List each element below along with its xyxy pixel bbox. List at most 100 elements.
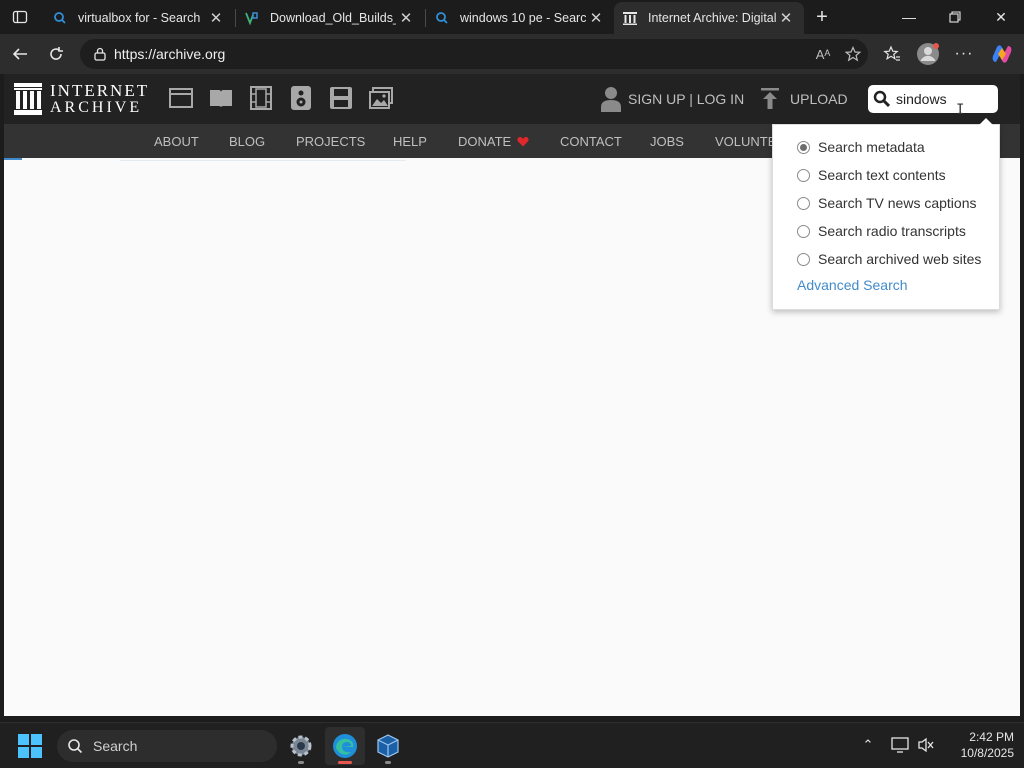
favorite-star-icon[interactable] (838, 40, 868, 68)
option-label: Search radio transcripts (818, 223, 966, 239)
taskbar-search-label: Search (93, 738, 138, 754)
avatar (917, 43, 939, 65)
site-info-icon[interactable] (88, 42, 112, 66)
radio-button[interactable] (797, 252, 810, 266)
video-film-icon[interactable] (248, 85, 274, 111)
radio-button[interactable] (797, 224, 810, 238)
heart-icon (517, 136, 529, 146)
settings-more-button[interactable]: ··· (950, 40, 978, 68)
images-icon[interactable] (368, 85, 394, 111)
upload-arrow-icon (761, 88, 779, 109)
address-bar[interactable]: https://archive.org Aᴬ (80, 39, 868, 69)
option-search-text-contents[interactable]: Search text contents (797, 165, 946, 185)
tab-close-icon[interactable]: ✕ (776, 8, 796, 28)
back-arrow-icon (12, 48, 27, 60)
minimize-button[interactable]: — (886, 0, 932, 34)
dropdown-caret (979, 118, 993, 125)
loading-indicator (4, 158, 22, 160)
tab-windows-10-pe-search[interactable]: windows 10 pe - Search ✕ (426, 2, 614, 34)
close-icon: ✕ (995, 8, 1007, 25)
logo-line-2: ARCHIVE (50, 99, 143, 116)
tab-strip: virtualbox for - Search ✕ Download_Old_B… (0, 0, 1024, 34)
tab-title: windows 10 pe - Search (460, 11, 586, 25)
active-indicator (338, 761, 352, 764)
site-search-box[interactable] (868, 85, 998, 113)
tab-internet-archive[interactable]: Internet Archive: Digital ✕ (614, 2, 804, 34)
archive-building-icon (14, 83, 42, 115)
ia-header: INTERNET ARCHIVE SIGN UP | LOG IN UPLOAD… (4, 74, 1020, 124)
browser-window: virtualbox for - Search ✕ Download_Old_B… (0, 0, 1024, 722)
favorites-button[interactable] (878, 40, 906, 68)
radio-button[interactable] (797, 140, 810, 154)
taskbar-settings-app[interactable] (281, 727, 321, 765)
copilot-button[interactable] (988, 40, 1016, 68)
option-label: Search TV news captions (818, 195, 977, 211)
clock-time: 2:42 PM (969, 730, 1014, 744)
volume-muted-icon[interactable] (914, 733, 938, 757)
donate-label: DONATE (458, 133, 512, 149)
tab-actions-button[interactable] (6, 4, 34, 30)
search-icon (434, 10, 450, 26)
web-archive-icon[interactable] (168, 85, 194, 111)
tab-virtualbox-search[interactable]: virtualbox for - Search ✕ (44, 2, 234, 34)
virtualbox-icon (377, 734, 399, 758)
divider (120, 160, 406, 161)
profile-button[interactable] (914, 40, 942, 68)
taskbar-clock[interactable]: 2:42 PM 10/8/2025 (944, 729, 1014, 761)
tab-close-icon[interactable]: ✕ (396, 8, 416, 28)
settings-icon (290, 735, 312, 757)
option-search-web-sites[interactable]: Search archived web sites (797, 249, 981, 269)
software-floppy-icon[interactable] (328, 85, 354, 111)
search-icon (52, 10, 68, 26)
network-icon[interactable] (888, 733, 912, 757)
signup-login-link[interactable]: SIGN UP | LOG IN (600, 86, 744, 112)
internet-archive-logo[interactable]: INTERNET ARCHIVE (14, 82, 149, 116)
nav-jobs[interactable]: JOBS (650, 124, 684, 158)
restore-button[interactable] (932, 0, 978, 34)
nav-help[interactable]: HELP (393, 124, 427, 158)
back-button[interactable] (6, 40, 34, 68)
texts-book-icon[interactable] (208, 85, 234, 111)
browser-toolbar: https://archive.org Aᴬ ··· (0, 34, 1024, 74)
nav-about[interactable]: ABOUT (154, 124, 199, 158)
option-search-metadata[interactable]: Search metadata (797, 137, 925, 157)
close-window-button[interactable]: ✕ (978, 0, 1024, 34)
refresh-button[interactable] (42, 40, 70, 68)
tab-close-icon[interactable]: ✕ (206, 8, 226, 28)
option-label: Search text contents (818, 167, 946, 183)
nav-contact[interactable]: CONTACT (560, 124, 622, 158)
start-button[interactable] (18, 734, 42, 758)
radio-button[interactable] (797, 196, 810, 210)
tab-title: Download_Old_Builds_6_ (270, 11, 396, 25)
taskbar-virtualbox-app[interactable] (368, 727, 408, 765)
upload-link[interactable]: UPLOAD (760, 86, 848, 112)
vb-icon (244, 10, 260, 26)
new-tab-button[interactable]: + (810, 4, 834, 30)
nav-projects[interactable]: PROJECTS (296, 124, 365, 158)
read-aloud-icon[interactable]: Aᴬ (808, 40, 838, 68)
clock-date: 10/8/2025 (960, 746, 1014, 760)
url-text[interactable]: https://archive.org (114, 46, 808, 62)
radio-button[interactable] (797, 168, 810, 182)
search-input[interactable] (896, 91, 988, 107)
archive-icon (622, 10, 638, 26)
plus-icon: + (816, 5, 828, 28)
taskbar-edge-app[interactable] (325, 727, 365, 765)
option-search-tv-news[interactable]: Search TV news captions (797, 193, 977, 213)
tab-title: Internet Archive: Digital (648, 11, 776, 25)
tab-close-icon[interactable]: ✕ (586, 8, 606, 28)
taskbar-search[interactable]: Search (57, 730, 277, 762)
advanced-search-link[interactable]: Advanced Search (797, 277, 908, 293)
nav-donate[interactable]: DONATE (458, 124, 529, 158)
nav-volunteer[interactable]: VOLUNTE (715, 124, 776, 158)
web-page: INTERNET ARCHIVE SIGN UP | LOG IN UPLOAD… (4, 74, 1020, 716)
nav-blog[interactable]: BLOG (229, 124, 265, 158)
upload-label: UPLOAD (790, 91, 848, 107)
show-hidden-icons-button[interactable]: ⌃ (856, 733, 880, 757)
taskbar: Search ⌃ 2:42 PM 10/8/2025 (0, 722, 1024, 768)
tab-download-old-builds[interactable]: Download_Old_Builds_6_ ✕ (236, 2, 424, 34)
search-icon[interactable] (868, 85, 896, 113)
audio-speaker-icon[interactable] (288, 85, 314, 111)
option-search-radio[interactable]: Search radio transcripts (797, 221, 966, 241)
minimize-icon: — (902, 9, 916, 25)
